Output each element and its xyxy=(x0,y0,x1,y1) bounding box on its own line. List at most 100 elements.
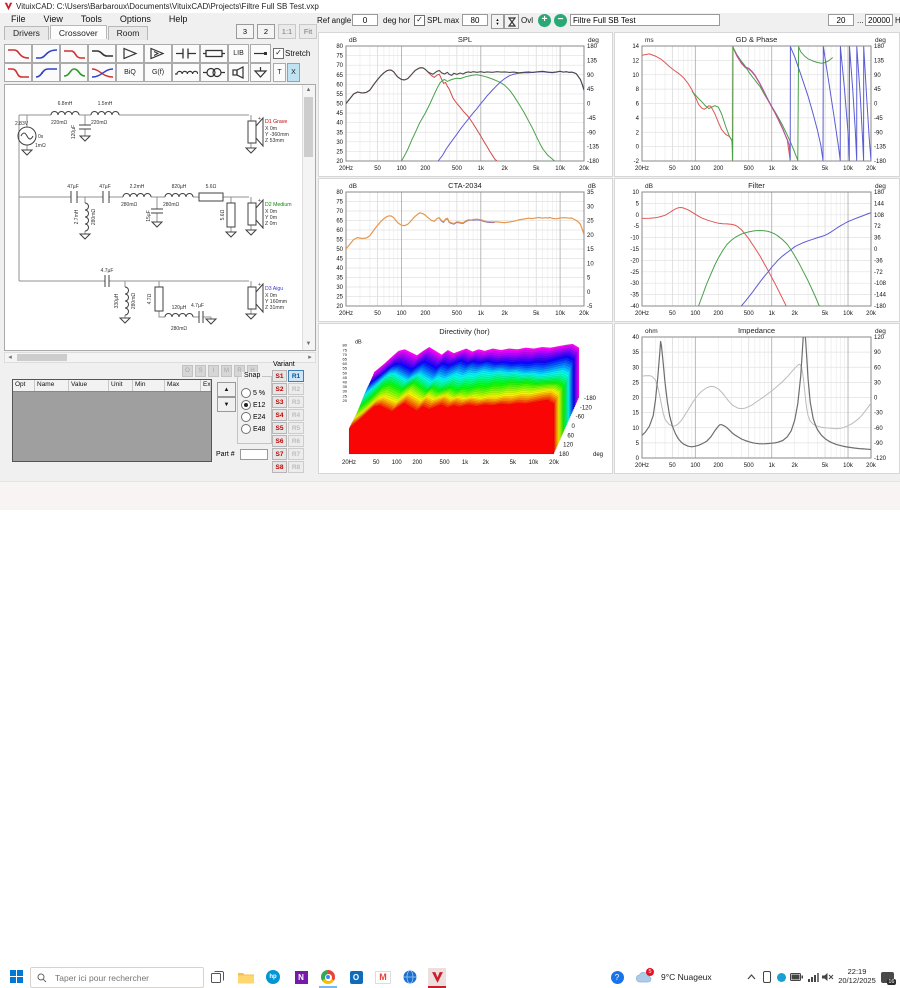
capacitor-tool-button[interactable] xyxy=(172,44,200,63)
file-explorer-button[interactable] xyxy=(237,968,255,986)
hourglass-button[interactable] xyxy=(504,14,519,29)
menu-item-options[interactable]: Options xyxy=(111,13,160,26)
wire-tool-button[interactable] xyxy=(250,44,271,63)
chart-directivity[interactable]: Directivity (hor)20Hz501002005001k2k5k10… xyxy=(318,323,613,474)
view-button-11[interactable]: 1:1 xyxy=(278,24,296,39)
freq-min-input[interactable] xyxy=(828,14,854,26)
start-button[interactable] xyxy=(10,970,23,983)
variant-r3[interactable]: R3 xyxy=(288,396,304,408)
variant-s1[interactable]: S1 xyxy=(272,370,287,382)
spl-max-checkbox[interactable]: ✓ xyxy=(414,15,425,26)
project-name-input[interactable] xyxy=(570,14,720,26)
tab-crossover[interactable]: Crossover xyxy=(50,25,107,39)
variant-s2[interactable]: S2 xyxy=(272,383,287,395)
tab-room[interactable]: Room xyxy=(108,26,149,40)
variant-r5[interactable]: R5 xyxy=(288,422,304,434)
row-up-button[interactable]: ▲ xyxy=(217,382,236,397)
taskbar-search[interactable] xyxy=(30,967,204,988)
chart-filter[interactable]: dBdegFilter-40-35-30-25-20-15-10-50510-1… xyxy=(614,178,900,322)
optimizer-table[interactable]: OptNameValueUnitMinMaxExpression xyxy=(12,379,212,462)
snap-option-E12[interactable]: E12 xyxy=(241,400,265,410)
biquad-button[interactable]: BiQ xyxy=(116,63,144,82)
variant-r4[interactable]: R4 xyxy=(288,409,304,421)
snap-option-5[interactable]: 5 % xyxy=(241,388,265,398)
crossover-tool-button[interactable] xyxy=(88,63,116,82)
spl-max-spinner[interactable]: ▲▼ xyxy=(491,14,504,29)
tab-drivers[interactable]: Drivers xyxy=(4,26,49,40)
allpass-tool-button[interactable] xyxy=(60,63,88,82)
spl-max-input[interactable] xyxy=(462,14,488,26)
view-button-2[interactable]: 2 xyxy=(257,24,275,39)
variant-s4[interactable]: S4 xyxy=(272,409,287,421)
freq-max-input[interactable] xyxy=(865,14,893,26)
scroll-right-icon[interactable]: ▸ xyxy=(305,353,315,362)
overlay-remove-button[interactable]: − xyxy=(554,14,567,27)
weather-widget[interactable]: 5 xyxy=(636,968,654,986)
delete-tool-button[interactable]: X xyxy=(287,63,300,82)
task-view-button[interactable] xyxy=(208,968,226,986)
gmail-button[interactable]: M xyxy=(374,968,392,986)
snap-option-E48[interactable]: E48 xyxy=(241,424,265,434)
speaker-tool-button[interactable] xyxy=(228,63,249,82)
scroll-left-icon[interactable]: ◂ xyxy=(5,353,15,362)
row-down-button[interactable]: ▼ xyxy=(217,397,236,412)
variant-r2[interactable]: R2 xyxy=(288,383,304,395)
optimizer-button-s[interactable]: S xyxy=(195,365,206,377)
optimizer-button-o[interactable]: O xyxy=(182,365,193,377)
variant-s3[interactable]: S3 xyxy=(272,396,287,408)
variant-s5[interactable]: S5 xyxy=(272,422,287,434)
ref-angle-input[interactable] xyxy=(352,14,378,26)
schematic-vscrollbar[interactable]: ▲ ▼ xyxy=(302,85,315,350)
schematic-editor[interactable]: 2.83V 0s 1mΩ 6.8mH 220mΩ 120µF 1.5mH 220… xyxy=(4,84,316,351)
inductor-tool-button[interactable] xyxy=(172,63,200,82)
variant-s8[interactable]: S8 xyxy=(272,461,287,473)
variant-s7[interactable]: S7 xyxy=(272,448,287,460)
scroll-up-icon[interactable]: ▲ xyxy=(303,85,314,96)
onenote-button[interactable]: N xyxy=(292,968,310,986)
chart-gd-phase[interactable]: msdegGD & Phase-202468101214-180-135-90-… xyxy=(614,32,900,177)
stretch-checkbox[interactable]: ✓ xyxy=(273,48,284,59)
view-button-3[interactable]: 3 xyxy=(236,24,254,39)
notification-center-button[interactable]: 16 xyxy=(878,968,896,986)
chart-spl[interactable]: dBdegSPL20253035404550556065707580-180-1… xyxy=(318,32,613,177)
variant-r7[interactable]: R7 xyxy=(288,448,304,460)
transformer-tool-button[interactable] xyxy=(200,63,228,82)
optimizer-button-m[interactable]: M xyxy=(221,365,232,377)
highpass2-tool-button[interactable] xyxy=(32,63,60,82)
scroll-down-icon[interactable]: ▼ xyxy=(303,339,314,350)
vscroll-thumb[interactable] xyxy=(304,97,313,157)
variant-r6[interactable]: R6 xyxy=(288,435,304,447)
hscroll-thumb[interactable] xyxy=(17,354,67,361)
overlay-add-button[interactable]: + xyxy=(538,14,551,27)
search-input[interactable] xyxy=(53,972,187,984)
highpass-tool-button[interactable] xyxy=(32,44,60,63)
menu-item-help[interactable]: Help xyxy=(160,13,197,26)
snap-option-E24[interactable]: E24 xyxy=(241,412,265,422)
hp-app-button[interactable]: hp xyxy=(264,968,282,986)
buffer-tool-button[interactable] xyxy=(144,44,172,63)
schematic-hscrollbar[interactable]: ◂ ▸ xyxy=(4,352,316,363)
text-tool-button[interactable]: T xyxy=(273,63,286,82)
vituixcad-taskbar-button[interactable] xyxy=(428,968,446,988)
lowpass2-tool-button[interactable] xyxy=(4,63,32,82)
amplifier-tool-button[interactable] xyxy=(116,44,144,63)
resistor-tool-button[interactable] xyxy=(200,44,228,63)
chart-cta-2034[interactable]: dBdBCTA-203420253035404550556065707580-5… xyxy=(318,178,613,322)
browser-globe-button[interactable] xyxy=(401,968,419,986)
help-tray-button[interactable]: ? xyxy=(608,968,626,986)
outlook-button[interactable]: O xyxy=(347,968,365,986)
lowpass-tool-button[interactable] xyxy=(4,44,32,63)
ground-tool-button[interactable] xyxy=(250,63,271,82)
gain-block-button[interactable]: G(f) xyxy=(144,63,172,82)
clock[interactable]: 22:19 20/12/2025 xyxy=(834,967,880,985)
shelf-tool-button[interactable] xyxy=(88,44,116,63)
weather-text[interactable]: 9°C Nuageux xyxy=(661,972,712,982)
bandpass-tool-button[interactable] xyxy=(60,44,88,63)
optimizer-button-i[interactable]: I xyxy=(208,365,219,377)
chart-impedance[interactable]: ohmdegImpedance0510152025303540-120-90-6… xyxy=(614,323,900,474)
library-button[interactable]: LIB xyxy=(228,44,249,63)
menu-item-file[interactable]: File xyxy=(2,13,35,26)
view-button-Fit[interactable]: Fit xyxy=(299,24,317,39)
part-number-input[interactable] xyxy=(240,449,268,460)
battery-tray[interactable] xyxy=(787,968,805,986)
